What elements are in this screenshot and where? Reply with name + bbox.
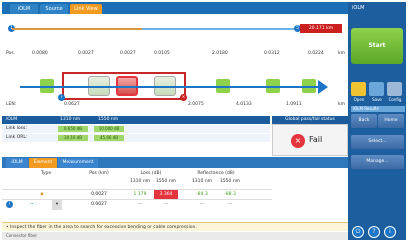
app-frame: iOLM Source Link View 1 5 20.171 km Pos.…	[2, 2, 406, 240]
pos-value: 0.0027	[78, 51, 94, 56]
element-table: Type Pos (km) Loss (dB) Reflectance (dB)…	[2, 169, 348, 221]
link-view-panel: 1 5 20.171 km Pos. 0.0080 0.0027 0.0027 …	[2, 14, 348, 116]
link-loss-label: Link loss:	[6, 126, 27, 131]
col-refl-1310: 1310 nm	[191, 179, 213, 184]
len-label: LEN:	[6, 102, 17, 107]
back-button[interactable]: Back	[351, 114, 377, 128]
row-refl-1310: ---	[199, 202, 205, 207]
row-pos: 0.0027	[91, 202, 107, 207]
right-panel: iOLM Start Open Save Config iOLM Results…	[348, 2, 406, 240]
link-orl-1550: 45.66 dB	[94, 135, 124, 141]
pos-value: 2.0180	[212, 51, 228, 56]
col-refl-1550: 1550 nm	[219, 179, 241, 184]
len-value: 1.0911	[286, 102, 302, 107]
col-type: Type	[40, 171, 52, 176]
tab-measurement-info[interactable]: Measurement Info	[58, 158, 98, 175]
power-icon[interactable]: ⏻	[352, 226, 364, 238]
link-end-arrow-icon	[318, 80, 328, 94]
tab-link-view[interactable]: Link View	[70, 4, 102, 14]
len-value: 2.0075	[188, 102, 204, 107]
col-loss-1550: 1550 nm	[155, 179, 177, 184]
link-loss-row: Link loss: 0.650 dB 10.000 dB	[2, 125, 270, 133]
distance-badge: 20.171 km	[300, 24, 342, 33]
tab-source[interactable]: Source	[40, 4, 68, 14]
km-unit: km	[338, 102, 345, 107]
row-loss-1310: ---	[137, 202, 143, 207]
tool-label-save: Save	[372, 97, 382, 102]
tool-label-config: Config	[388, 97, 402, 102]
save-disk-icon[interactable]	[369, 82, 384, 96]
bottom-icon-row: ⏻ ? i	[352, 226, 406, 238]
start-button[interactable]: Start	[351, 28, 403, 64]
fiber-link-line	[20, 86, 320, 88]
select-button[interactable]: Select...	[351, 135, 404, 149]
table-row[interactable]: i ~ ▾ 0.0027 --- --- --- ---	[2, 199, 272, 210]
tab-iolm-lower[interactable]: iOLM	[6, 158, 28, 168]
row-refl-1550: ---	[227, 202, 233, 207]
link-orl-label: Link ORL:	[6, 135, 28, 140]
home-button[interactable]: Home	[378, 114, 404, 128]
global-status-header: Global pass/fail status	[272, 116, 348, 124]
tool-label-open: Open	[353, 97, 365, 102]
open-folder-icon[interactable]	[351, 82, 366, 96]
link-orl-row: Link ORL: 34.16 dB 45.66 dB	[2, 134, 270, 142]
wavelength-1550: 1550 nm	[98, 117, 119, 122]
summary-title: iOLM	[6, 117, 18, 122]
info-icon: i	[6, 201, 13, 208]
summary-header: iOLM 1310 nm 1550 nm	[2, 116, 270, 124]
link-loss-1550: 10.000 dB	[94, 126, 124, 132]
info-circle-icon[interactable]: i	[384, 226, 396, 238]
pos-value: 0.0080	[32, 51, 48, 56]
wave-icon: ~	[30, 202, 34, 207]
global-status-box: × Fail	[272, 124, 348, 156]
help-icon[interactable]: ?	[368, 226, 380, 238]
pos-value: 0.0105	[154, 51, 170, 56]
link-loss-1310: 0.650 dB	[58, 126, 88, 132]
section-header: iOLM Results	[351, 106, 405, 112]
tab-element[interactable]: Element	[29, 158, 57, 168]
row-dropdown-chevron-icon[interactable]: ▾	[52, 200, 62, 210]
summary-panel: iOLM 1310 nm 1550 nm Link loss: 0.650 dB…	[2, 116, 348, 156]
col-reflectance: Reflectance (dB)	[197, 171, 235, 176]
link-orl-1310: 34.16 dB	[58, 135, 88, 141]
footer-bar: Connector fiber	[2, 232, 348, 240]
fail-status-text: Fail	[309, 135, 323, 144]
diagnostic-message: • Inspect the fiber in the area to searc…	[2, 222, 348, 231]
col-pos: Pos (km)	[89, 171, 109, 176]
panel-title: iOLM	[352, 5, 365, 11]
info-marker-icon: i	[58, 94, 65, 101]
pos-value: 0.0027	[120, 51, 136, 56]
row-loss-1550: ---	[163, 202, 169, 207]
tool-row: Open Save Config	[351, 82, 405, 102]
fault-marker-icon: ×	[180, 94, 187, 101]
wavelength-1310: 1310 nm	[60, 117, 81, 122]
pos-value: 0.0312	[264, 51, 280, 56]
table-row[interactable]: ◆ 0.0027 1.179 3.364 -84.3 -88.3	[2, 189, 272, 200]
distance-ruler-fill	[12, 28, 142, 30]
pos-label: Pos.	[6, 51, 16, 56]
len-value: 0.0627	[64, 102, 80, 107]
km-unit: km	[338, 51, 345, 56]
top-tab-bar: iOLM Source Link View	[2, 2, 348, 14]
config-gear-icon[interactable]	[387, 82, 402, 96]
lower-tab-bar: iOLM Element Measurement Info	[2, 157, 348, 175]
pos-value: 0.0224	[308, 51, 324, 56]
tab-iolm[interactable]: iOLM	[10, 4, 38, 14]
col-loss: Loss (dB)	[140, 171, 162, 176]
col-loss-1310: 1310 nm	[129, 179, 151, 184]
manage-button[interactable]: Manage...	[351, 155, 404, 169]
fail-x-icon: ×	[291, 134, 305, 148]
len-value: 4.0133	[236, 102, 252, 107]
